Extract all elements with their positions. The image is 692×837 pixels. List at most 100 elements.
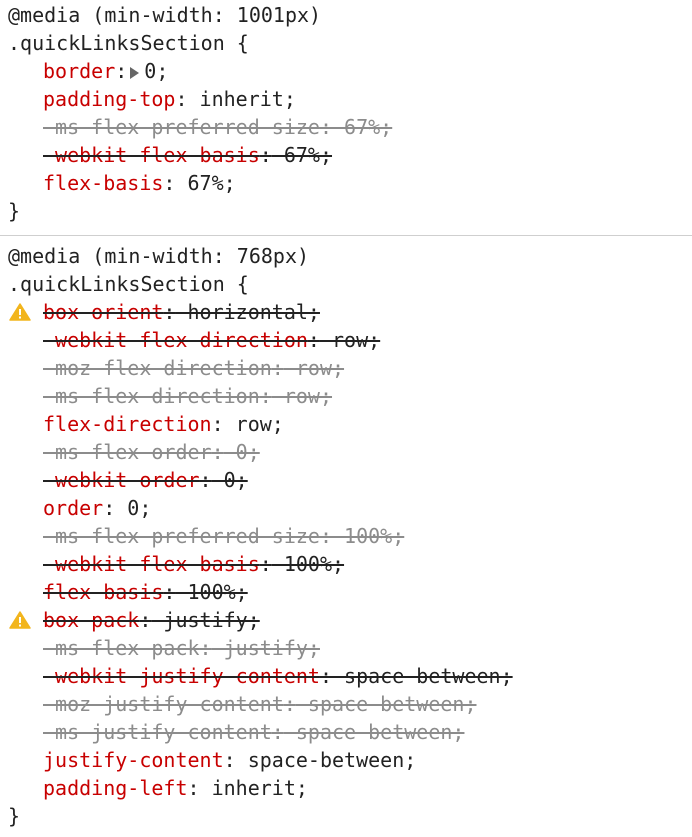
property-value[interactable]: row;: [272, 384, 332, 408]
declarations-list: border: 0; padding-top: inherit; -ms-flex-p…: [0, 57, 692, 197]
property-value[interactable]: row;: [284, 356, 344, 380]
property-name[interactable]: padding-top: [43, 87, 175, 111]
property-value[interactable]: space-between;: [332, 664, 513, 688]
css-declaration[interactable]: -webkit-order: 0;: [0, 466, 692, 494]
closing-brace: }: [8, 199, 21, 223]
rule-selector[interactable]: .quickLinksSection {: [0, 270, 692, 298]
css-declaration[interactable]: -ms-flex-preferred-size: 67%;: [0, 113, 692, 141]
css-declaration[interactable]: padding-top: inherit;: [0, 85, 692, 113]
property-value[interactable]: 100%;: [175, 580, 248, 604]
colon: :: [163, 171, 176, 195]
css-declaration[interactable]: box-pack: justify;: [0, 606, 692, 634]
css-declaration[interactable]: order: 0;: [0, 494, 692, 522]
media-query: @media (min-width: 768px): [8, 244, 310, 268]
colon: :: [307, 328, 320, 352]
closing-brace: }: [8, 804, 21, 828]
property-name[interactable]: -webkit-justify-content: [43, 664, 320, 688]
colon: :: [103, 496, 116, 520]
css-declaration[interactable]: -ms-flex-direction: row;: [0, 382, 692, 410]
property-value[interactable]: horizontal;: [175, 300, 320, 324]
css-declaration[interactable]: -ms-flex-order: 0;: [0, 438, 692, 466]
colon: :: [163, 580, 176, 604]
rule-selector[interactable]: .quickLinksSection {: [0, 29, 692, 57]
warning-icon: [9, 303, 31, 321]
property-value[interactable]: 100%;: [332, 524, 404, 548]
colon: :: [163, 300, 176, 324]
property-value[interactable]: row;: [224, 412, 284, 436]
property-value[interactable]: justify;: [212, 636, 320, 660]
property-value[interactable]: row;: [320, 328, 380, 352]
property-name[interactable]: justify-content: [43, 748, 224, 772]
colon: :: [271, 356, 284, 380]
property-name[interactable]: -moz-justify-content: [43, 692, 284, 716]
colon: :: [271, 720, 284, 744]
property-name[interactable]: -webkit-order: [43, 468, 200, 492]
property-value[interactable]: 0;: [115, 496, 151, 520]
css-declaration[interactable]: padding-left: inherit;: [0, 774, 692, 802]
rule-divider: [0, 235, 692, 236]
css-declaration[interactable]: -webkit-flex-basis: 67%;: [0, 141, 692, 169]
colon: :: [115, 59, 128, 83]
property-name[interactable]: flex-basis: [43, 171, 163, 195]
colon: :: [187, 776, 200, 800]
css-declaration[interactable]: flex-basis: 67%;: [0, 169, 692, 197]
css-declaration[interactable]: flex-basis: 100%;: [0, 578, 692, 606]
property-value[interactable]: 0;: [144, 59, 168, 83]
property-name[interactable]: -ms-flex-preferred-size: [43, 115, 320, 139]
property-name[interactable]: border: [43, 59, 115, 83]
css-declaration[interactable]: -ms-justify-content: space-between;: [0, 718, 692, 746]
property-value[interactable]: inherit;: [188, 87, 296, 111]
css-declaration[interactable]: -ms-flex-preferred-size: 100%;: [0, 522, 692, 550]
css-declaration[interactable]: -webkit-flex-direction: row;: [0, 326, 692, 354]
property-value[interactable]: space-between;: [296, 692, 477, 716]
property-name[interactable]: -moz-flex-direction: [43, 356, 272, 380]
property-name[interactable]: -ms-flex-direction: [43, 384, 260, 408]
property-name[interactable]: box-orient: [43, 300, 163, 324]
property-value[interactable]: 67%;: [175, 171, 236, 195]
declarations-list: box-orient: horizontal; -webkit-flex-dire…: [0, 298, 692, 802]
property-name[interactable]: -ms-flex-pack: [43, 636, 200, 660]
colon: :: [199, 468, 212, 492]
property-name[interactable]: order: [43, 496, 103, 520]
property-value[interactable]: inherit;: [200, 776, 308, 800]
colon: :: [139, 608, 152, 632]
expand-triangle-icon[interactable]: [130, 67, 140, 79]
property-value[interactable]: 67%;: [332, 115, 392, 139]
property-name[interactable]: padding-left: [43, 776, 188, 800]
css-rule-2: @media (min-width: 768px) .quickLinksSec…: [0, 242, 692, 830]
colon: :: [319, 115, 332, 139]
property-name[interactable]: -webkit-flex-basis: [43, 552, 260, 576]
colon: :: [199, 636, 212, 660]
css-declaration[interactable]: flex-direction: row;: [0, 410, 692, 438]
property-value[interactable]: space-between;: [236, 748, 417, 772]
colon: :: [259, 143, 272, 167]
property-value[interactable]: 0;: [212, 468, 248, 492]
css-declaration[interactable]: box-orient: horizontal;: [0, 298, 692, 326]
css-declaration[interactable]: justify-content: space-between;: [0, 746, 692, 774]
css-declaration[interactable]: -ms-flex-pack: justify;: [0, 634, 692, 662]
property-name[interactable]: box-pack: [43, 608, 139, 632]
property-name[interactable]: -webkit-flex-basis: [43, 143, 260, 167]
property-name[interactable]: flex-direction: [43, 412, 212, 436]
property-value[interactable]: justify;: [151, 608, 259, 632]
colon: :: [211, 412, 224, 436]
property-name[interactable]: flex-basis: [43, 580, 163, 604]
css-declaration[interactable]: -moz-justify-content: space-between;: [0, 690, 692, 718]
css-declaration[interactable]: -webkit-justify-content: space-between;: [0, 662, 692, 690]
colon: :: [259, 552, 272, 576]
css-rule-1: @media (min-width: 1001px) .quickLinksSe…: [0, 0, 692, 225]
property-value[interactable]: space-between;: [284, 720, 465, 744]
warning-icon: [9, 611, 31, 629]
property-name[interactable]: -ms-flex-order: [43, 440, 212, 464]
colon: :: [223, 748, 236, 772]
property-name[interactable]: -ms-justify-content: [43, 720, 272, 744]
property-value[interactable]: 67%;: [272, 143, 332, 167]
property-name[interactable]: -ms-flex-preferred-size: [43, 524, 320, 548]
colon: :: [211, 440, 224, 464]
property-name[interactable]: -webkit-flex-direction: [43, 328, 308, 352]
property-value[interactable]: 0;: [224, 440, 260, 464]
css-declaration[interactable]: border: 0;: [0, 57, 692, 85]
css-declaration[interactable]: -webkit-flex-basis: 100%;: [0, 550, 692, 578]
css-declaration[interactable]: -moz-flex-direction: row;: [0, 354, 692, 382]
property-value[interactable]: 100%;: [272, 552, 344, 576]
